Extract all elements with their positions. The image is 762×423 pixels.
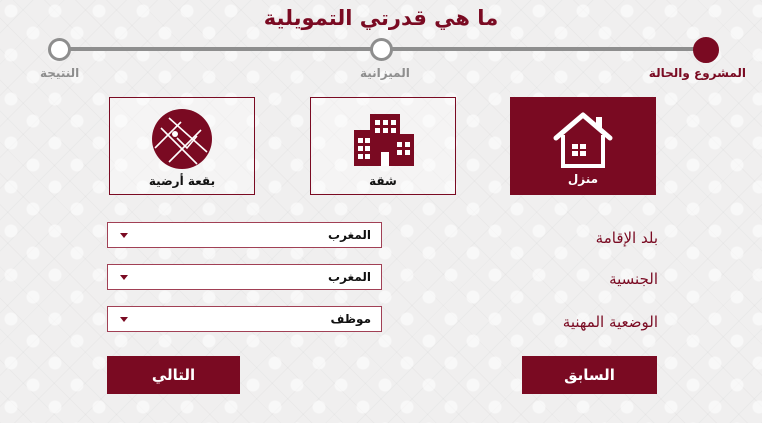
residence-select[interactable]: المغرب xyxy=(107,222,382,248)
nationality-label: الجنسية xyxy=(609,270,658,288)
step-budget-dot[interactable] xyxy=(370,38,393,61)
employment-value: موظف xyxy=(330,312,371,326)
property-card-house-label: منزل xyxy=(567,172,599,186)
property-card-apartment-label: شقة xyxy=(369,174,397,188)
previous-button[interactable]: السابق xyxy=(522,356,657,394)
chevron-down-icon xyxy=(120,275,128,280)
step-project-label: المشروع والحالة xyxy=(648,66,746,80)
property-card-apartment[interactable]: شقة xyxy=(310,97,456,195)
nationality-value: المغرب xyxy=(328,270,371,284)
employment-label: الوضعية المهنية xyxy=(562,313,658,331)
step-result-dot[interactable] xyxy=(48,38,71,61)
property-card-land[interactable]: بقعة أرضية xyxy=(109,97,255,195)
nationality-select[interactable]: المغرب xyxy=(107,264,382,290)
residence-value: المغرب xyxy=(328,228,371,242)
chevron-down-icon xyxy=(120,233,128,238)
chevron-down-icon xyxy=(120,317,128,322)
step-result-label: النتيجة xyxy=(40,66,80,80)
step-budget-label: الميزانية xyxy=(360,66,410,80)
land-plot-icon xyxy=(152,109,212,169)
employment-select[interactable]: موظف xyxy=(107,306,382,332)
property-card-house[interactable]: منزل xyxy=(510,97,656,195)
next-button[interactable]: التالي xyxy=(107,356,240,394)
step-project-dot[interactable] xyxy=(693,37,719,63)
property-card-land-label: بقعة أرضية xyxy=(148,174,216,188)
house-icon xyxy=(553,112,613,168)
apartment-building-icon xyxy=(354,114,414,166)
page-title: ما هي قدرتي التمويلية xyxy=(263,6,499,30)
residence-label: بلد الإقامة xyxy=(595,229,658,247)
